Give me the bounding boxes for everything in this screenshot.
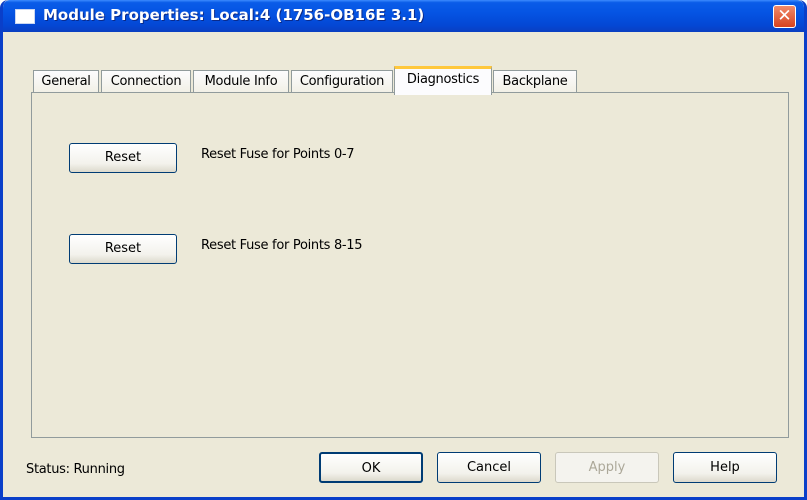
reset-fuse-0-7-button[interactable]: Reset xyxy=(69,143,177,173)
reset-fuse-8-15-button[interactable]: Reset xyxy=(69,234,177,264)
tab-connection[interactable]: Connection xyxy=(101,70,191,94)
title-bar[interactable]: Module Properties: Local:4 (1756-OB16E 3… xyxy=(3,0,804,32)
reset-fuse-0-7-label: Reset Fuse for Points 0-7 xyxy=(201,147,355,162)
cancel-button[interactable]: Cancel xyxy=(437,452,541,483)
ok-button[interactable]: OK xyxy=(319,452,423,483)
close-button[interactable]: ✕ xyxy=(773,5,796,28)
tab-module-info[interactable]: Module Info xyxy=(193,70,289,94)
status-text: Status: Running xyxy=(26,462,125,477)
help-button[interactable]: Help xyxy=(673,452,777,483)
window-title: Module Properties: Local:4 (1756-OB16E 3… xyxy=(43,6,425,24)
window-icon xyxy=(15,9,35,24)
reset-fuse-8-15-label: Reset Fuse for Points 8-15 xyxy=(201,238,363,253)
tab-configuration[interactable]: Configuration xyxy=(291,70,393,94)
tab-general[interactable]: General xyxy=(33,70,99,94)
apply-button: Apply xyxy=(555,452,659,483)
module-properties-window: Module Properties: Local:4 (1756-OB16E 3… xyxy=(0,0,807,500)
tab-diagnostics[interactable]: Diagnostics xyxy=(394,66,492,95)
tab-backplane[interactable]: Backplane xyxy=(493,70,577,94)
